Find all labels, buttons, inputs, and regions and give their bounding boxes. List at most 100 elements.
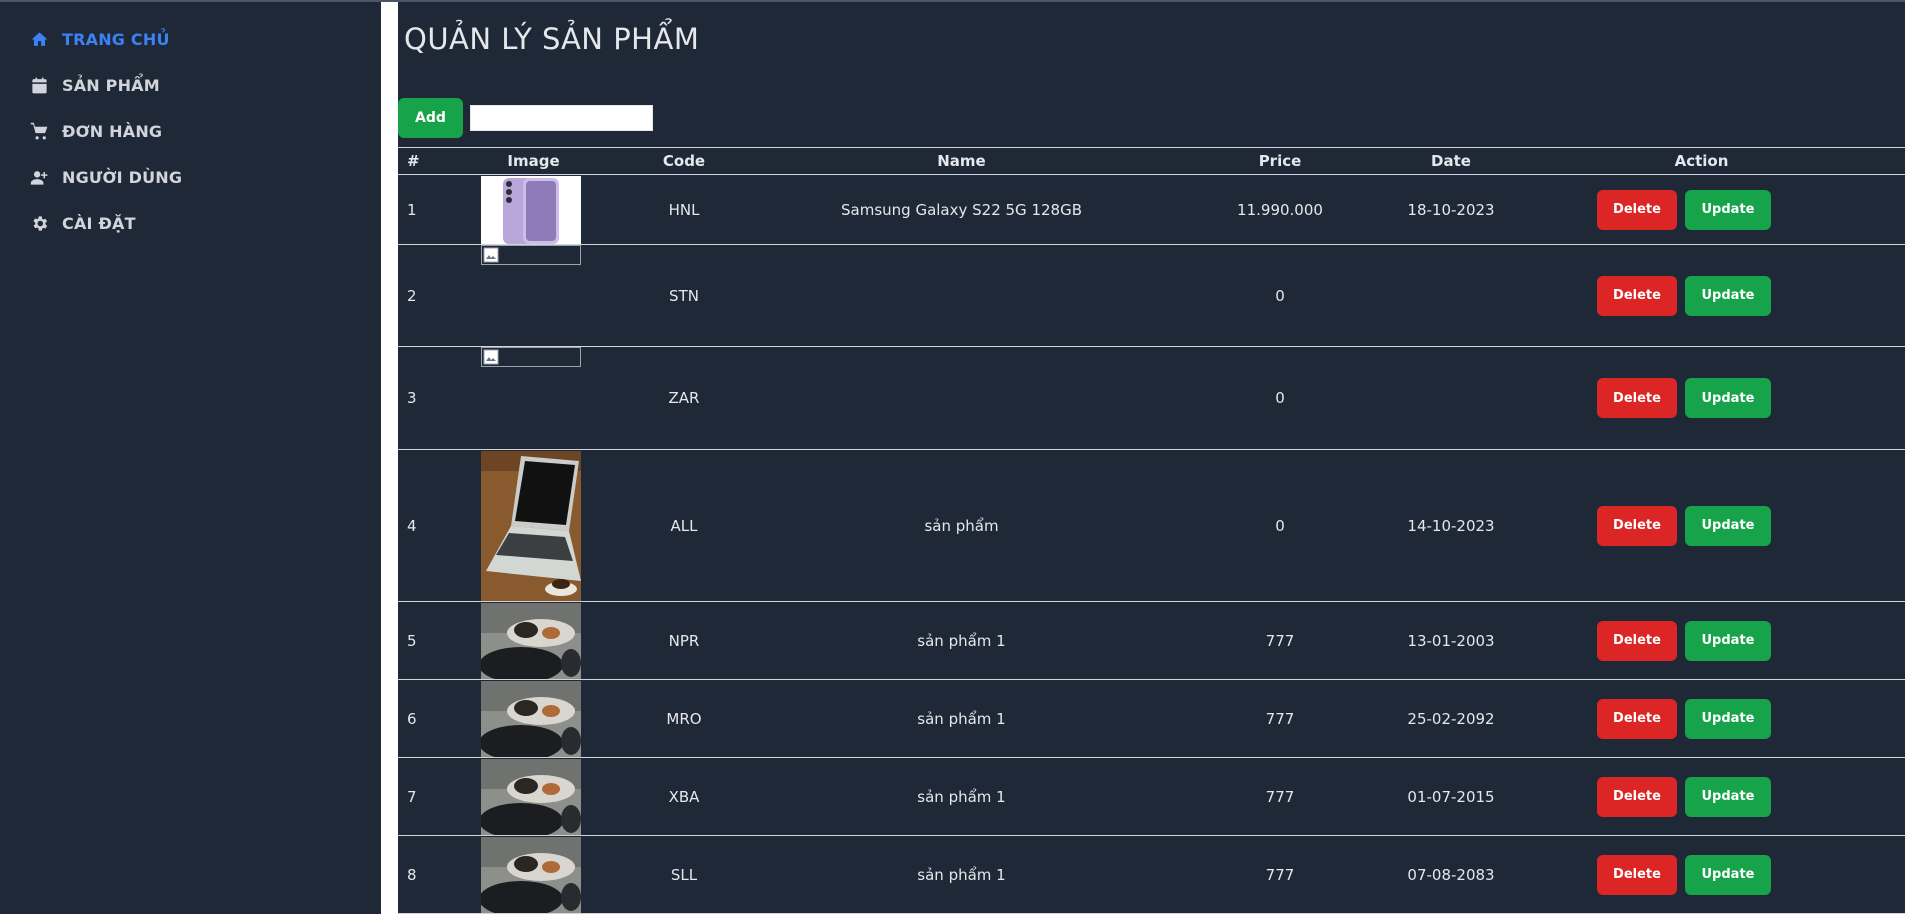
cell-price: 777 — [1156, 679, 1404, 758]
update-button[interactable]: Update — [1685, 854, 1771, 895]
table-row: 8 SLL sản phẩm 1 777 07-08-2083 Delete Update — [398, 835, 1905, 914]
sidebar: TRANG CHỦ SẢN PHẨM ĐƠN HÀNG NGƯỜI DÙNG C… — [0, 2, 381, 914]
cell-price: 0 — [1156, 346, 1404, 450]
header-image: Image — [466, 147, 601, 175]
update-button[interactable]: Update — [1685, 620, 1771, 661]
cell-number: 4 — [398, 449, 466, 602]
delete-button[interactable]: Delete — [1597, 854, 1677, 895]
table-header-row: # Image Code Name Price Date Action — [398, 147, 1905, 175]
cell-name: sản phẩm 1 — [767, 679, 1156, 758]
delete-button[interactable]: Delete — [1597, 698, 1677, 739]
delete-button[interactable]: Delete — [1597, 275, 1677, 316]
header-number: # — [398, 147, 466, 175]
cell-action: Delete Update — [1498, 346, 1905, 450]
sidebar-item-label: SẢN PHẨM — [62, 75, 160, 95]
sidebar-item-settings[interactable]: CÀI ĐẶT — [30, 211, 136, 235]
cell-code: HNL — [601, 174, 767, 245]
delete-button[interactable]: Delete — [1597, 776, 1677, 817]
cell-number: 5 — [398, 601, 466, 680]
cell-date — [1404, 244, 1498, 347]
cell-code: MRO — [601, 679, 767, 758]
home-icon — [31, 31, 48, 46]
cell-image — [466, 174, 601, 245]
cell-name: sản phẩm — [767, 449, 1156, 602]
cell-action: Delete Update — [1498, 449, 1905, 602]
header-name: Name — [767, 147, 1156, 175]
update-button[interactable]: Update — [1685, 698, 1771, 739]
cell-name: Samsung Galaxy S22 5G 128GB — [767, 174, 1156, 245]
update-button[interactable]: Update — [1685, 275, 1771, 316]
cell-code: NPR — [601, 601, 767, 680]
sidebar-item-label: CÀI ĐẶT — [62, 213, 136, 233]
calendar-icon — [32, 77, 47, 93]
cell-date: 14-10-2023 — [1404, 449, 1498, 602]
cell-image — [466, 679, 601, 758]
delete-button[interactable]: Delete — [1597, 189, 1677, 230]
cell-image — [466, 835, 601, 914]
cell-image — [466, 244, 601, 347]
table-row: 1 HNL Samsung Galaxy S22 5G 128GB 11.990.00… — [398, 174, 1905, 245]
sidebar-divider — [381, 2, 398, 914]
cell-code: ALL — [601, 449, 767, 602]
cell-name: sản phẩm 1 — [767, 835, 1156, 914]
product-image — [481, 758, 581, 835]
cell-number: 3 — [398, 346, 466, 450]
update-button[interactable]: Update — [1685, 189, 1771, 230]
delete-button[interactable]: Delete — [1597, 378, 1677, 418]
product-image — [481, 175, 581, 244]
cell-action: Delete Update — [1498, 601, 1905, 680]
update-button[interactable]: Update — [1685, 505, 1771, 546]
cell-price: 777 — [1156, 757, 1404, 836]
table-row: 4 ALL sản phẩm 0 14-10-2023 Delete Update — [398, 449, 1905, 602]
cell-price: 11.990.000 — [1156, 174, 1404, 245]
product-image — [481, 680, 581, 757]
table-row: 3 ZAR 0 Delete Update — [398, 346, 1905, 450]
delete-button[interactable]: Delete — [1597, 620, 1677, 661]
sidebar-item-label: TRANG CHỦ — [62, 29, 170, 49]
cell-action: Delete Update — [1498, 757, 1905, 836]
cell-price: 777 — [1156, 601, 1404, 680]
header-code: Code — [601, 147, 767, 175]
add-button[interactable]: Add — [398, 98, 463, 138]
cell-image — [466, 346, 601, 450]
search-input[interactable] — [470, 105, 653, 131]
cell-name — [767, 244, 1156, 347]
cell-date: 25-02-2092 — [1404, 679, 1498, 758]
table-row: 6 MRO sản phẩm 1 777 25-02-2092 Delete Update — [398, 679, 1905, 758]
cell-image — [466, 449, 601, 602]
cell-date: 13-01-2003 — [1404, 601, 1498, 680]
table-row: 5 NPR sản phẩm 1 777 13-01-2003 Delete Update — [398, 601, 1905, 680]
sidebar-item-users[interactable]: NGƯỜI DÙNG — [30, 165, 182, 189]
cell-code: STN — [601, 244, 767, 347]
header-date: Date — [1404, 147, 1498, 175]
update-button[interactable]: Update — [1685, 378, 1771, 418]
product-image — [481, 602, 581, 679]
sidebar-item-products[interactable]: SẢN PHẨM — [30, 73, 160, 97]
cell-code: SLL — [601, 835, 767, 914]
table-row: 2 STN 0 Delete Update — [398, 244, 1905, 347]
cell-number: 8 — [398, 835, 466, 914]
update-button[interactable]: Update — [1685, 776, 1771, 817]
cell-number: 1 — [398, 174, 466, 245]
sidebar-item-orders[interactable]: ĐƠN HÀNG — [30, 119, 162, 143]
cart-icon — [30, 122, 48, 139]
cell-code: XBA — [601, 757, 767, 836]
cell-number: 7 — [398, 757, 466, 836]
cell-name: sản phẩm 1 — [767, 601, 1156, 680]
cell-name — [767, 346, 1156, 450]
table-row: 7 XBA sản phẩm 1 777 01-07-2015 Delete Update — [398, 757, 1905, 836]
cell-number: 6 — [398, 679, 466, 758]
delete-button[interactable]: Delete — [1597, 505, 1677, 546]
cell-action: Delete Update — [1498, 835, 1905, 914]
broken-image-icon — [481, 347, 581, 367]
cell-code: ZAR — [601, 346, 767, 450]
user-plus-icon — [30, 170, 48, 185]
page-title: QUẢN LÝ SẢN PHẨM — [404, 22, 700, 56]
sidebar-item-home[interactable]: TRANG CHỦ — [30, 27, 170, 51]
cell-date: 01-07-2015 — [1404, 757, 1498, 836]
products-table: # Image Code Name Price Date Action 1 HNL… — [398, 147, 1905, 914]
broken-image-icon — [481, 245, 581, 265]
cell-image — [466, 757, 601, 836]
cell-action: Delete Update — [1498, 244, 1905, 347]
sidebar-item-label: NGƯỜI DÙNG — [62, 167, 183, 187]
